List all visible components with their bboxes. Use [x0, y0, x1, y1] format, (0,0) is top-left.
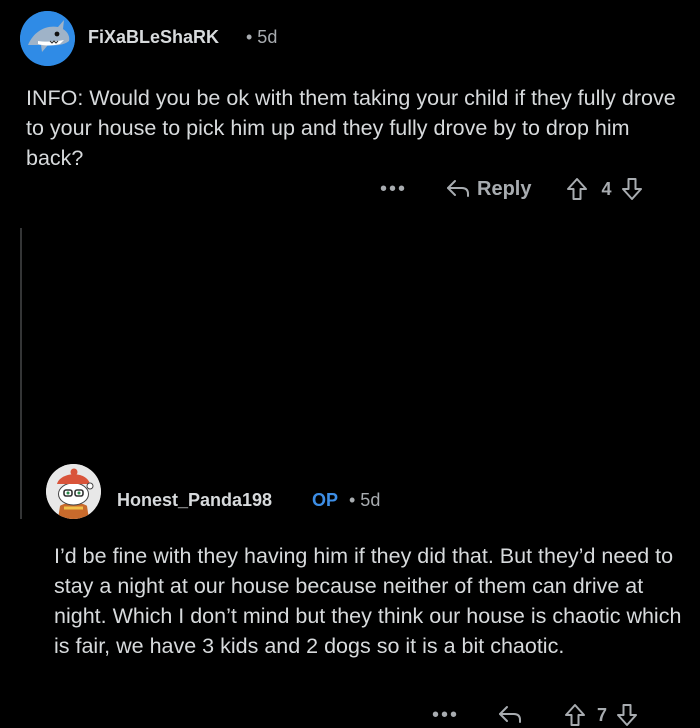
- comment-actions: ••• 7: [432, 702, 639, 728]
- reply-button[interactable]: [497, 704, 523, 726]
- downvote-icon[interactable]: [620, 176, 644, 202]
- comment-timestamp: • 5d: [349, 490, 381, 510]
- more-options-button[interactable]: •••: [380, 178, 407, 201]
- upvote-icon[interactable]: [563, 702, 587, 728]
- reply-arrow-icon: [497, 704, 523, 726]
- vote-controls: 4: [565, 176, 643, 202]
- comment-timestamp: • 5d: [246, 27, 278, 47]
- more-options-button[interactable]: •••: [432, 704, 459, 727]
- comment-body: INFO: Would you be ok with them taking y…: [26, 86, 676, 170]
- comment: FiXaBLeShaRK • 5d INFO: Would you be ok …: [0, 0, 700, 228]
- downvote-icon[interactable]: [615, 702, 639, 728]
- shark-avatar-icon[interactable]: [20, 11, 75, 66]
- vote-controls: 7: [563, 702, 639, 728]
- comment-author[interactable]: Honest_Panda198: [117, 490, 272, 511]
- op-badge: OP: [312, 490, 339, 510]
- reply-label: Reply: [477, 177, 532, 200]
- comment-author[interactable]: FiXaBLeShaRK: [88, 27, 219, 48]
- reply-arrow-icon: [445, 178, 471, 200]
- vote-score: 4: [601, 178, 612, 199]
- reply-button[interactable]: Reply: [445, 178, 531, 201]
- snoo-avatar-icon[interactable]: [46, 464, 101, 519]
- vote-score: 7: [597, 704, 608, 725]
- comment-reply: Honest_Panda198 OP • 5d I’d be fine with…: [0, 228, 700, 726]
- comment-actions: ••• Reply 4: [380, 176, 644, 202]
- comment-body: I’d be fine with they having him if they…: [54, 544, 682, 658]
- upvote-icon[interactable]: [565, 176, 589, 202]
